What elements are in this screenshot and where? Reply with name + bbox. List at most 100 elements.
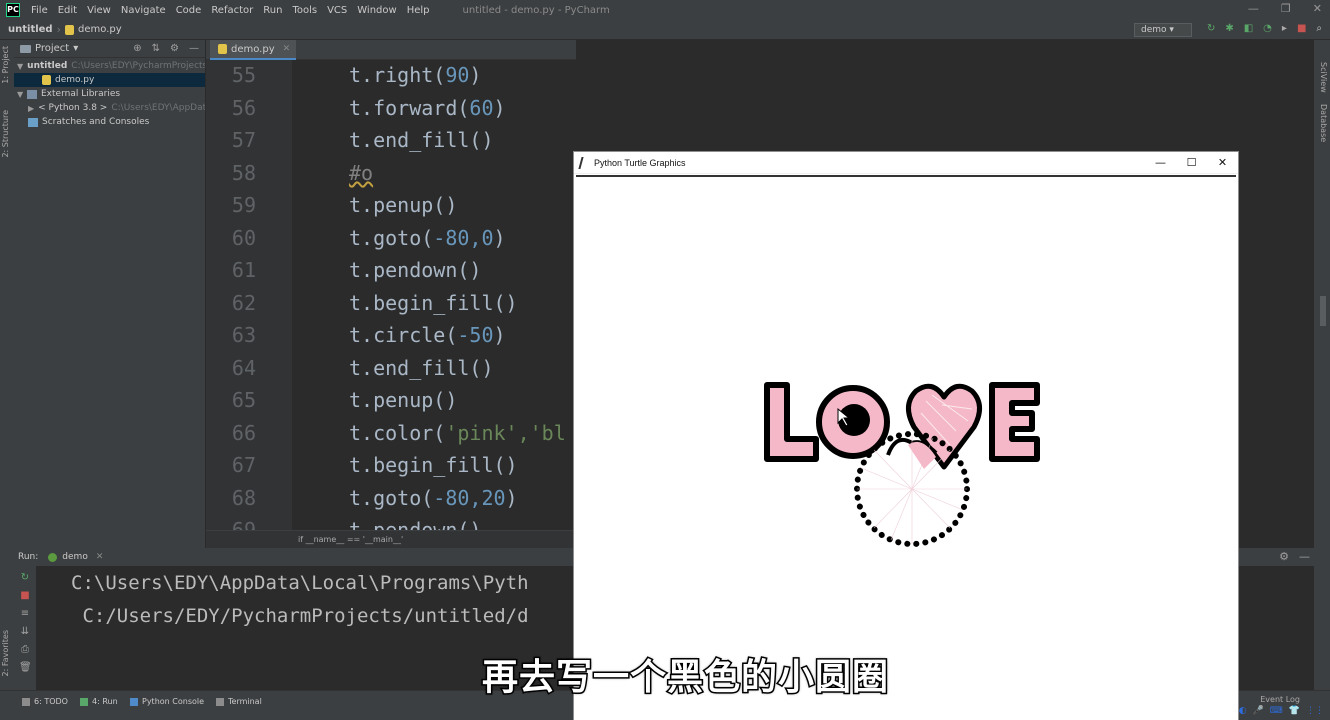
tree-item-scratches[interactable]: Scratches and Consoles [14,115,205,129]
menu-run[interactable]: Run [258,5,287,16]
menu-help[interactable]: Help [402,5,435,16]
close-icon[interactable]: ✕ [1313,2,1322,15]
rerun-icon[interactable]: ↻ [19,572,31,584]
editor-tab-demo-py[interactable]: demo.py ✕ [210,40,297,60]
microphone-icon[interactable]: 🎤 [1253,706,1264,716]
code-line[interactable]: t.pendown() [349,258,481,282]
close-tab-icon[interactable]: ✕ [96,552,104,562]
sciview-tool-tab[interactable]: SciView [1319,62,1328,93]
hide-icon[interactable]: — [189,43,199,54]
code-token: t.end_fill() [349,356,494,380]
line-number: 59 [231,193,256,217]
project-tool-tab[interactable]: 1: Project [1,46,10,84]
line-number: 66 [231,421,256,445]
locate-icon[interactable]: ⊕ [133,43,141,54]
profile-icon[interactable]: ◔ [1263,23,1272,34]
todo-tool-tab[interactable]: 6: TODO [22,697,68,706]
code-comment-line[interactable]: #o [349,161,373,185]
menu-window[interactable]: Window [352,5,401,16]
menu-vcs[interactable]: VCS [322,5,352,16]
code-token: t.pendown() [349,258,482,282]
code-line[interactable]: t.begin_fill() [349,453,518,477]
tray-item[interactable]: ◐ [1239,706,1247,716]
code-line[interactable]: t.end_fill() [349,128,494,152]
run-config-select[interactable]: demo ▾ [1134,23,1192,37]
debug-icon[interactable]: ✱ [1225,23,1233,34]
rerun-icon[interactable]: ↻ [1207,23,1215,34]
menu-grid-icon[interactable]: ⋮⋮ [1306,706,1324,716]
close-tab-icon[interactable]: ✕ [283,44,291,54]
expand-icon[interactable]: ▼ [17,62,23,71]
code-line[interactable]: t.forward(60) [349,96,506,120]
code-line[interactable]: t.circle(-50) [349,323,506,347]
gear-icon[interactable]: ⚙ [170,43,179,54]
code-line[interactable]: t.goto(-80,0) [349,226,506,250]
maximize-icon[interactable]: ☐ [1176,156,1207,169]
code-line[interactable]: t.penup() [349,193,457,217]
trash-icon[interactable]: 🗑 [19,662,32,674]
tree-item-demo-py[interactable]: demo.py [14,73,205,87]
minimize-icon[interactable]: — [1145,156,1176,169]
gear-icon[interactable]: ⚙ [1279,550,1289,563]
code-line[interactable]: t.penup() [349,388,457,412]
code-editor[interactable]: t.right(90) t.forward(60) t.end_fill() #… [292,60,576,530]
menu-file[interactable]: File [26,5,53,16]
skin-icon[interactable]: 👕 [1289,706,1300,716]
search-icon[interactable]: ⌕ [1316,23,1322,34]
collapse-icon[interactable]: ⇅ [152,43,160,54]
code-line[interactable]: t.goto(-80,20) [349,486,518,510]
run-tool-tab[interactable]: 4: Run [80,697,118,706]
code-line[interactable]: t.right(90) [349,63,481,87]
terminal-tool-tab[interactable]: Terminal [216,697,262,706]
code-token: ) [493,226,506,250]
hide-icon[interactable]: — [1299,550,1310,563]
menu-bar: PC File Edit View Navigate Code Refactor… [0,0,1330,20]
code-breadcrumb[interactable]: if __name__ == '__main__' [206,530,576,548]
tree-item-python-sdk[interactable]: ▶ < Python 3.8 > C:\Users\EDY\AppData [14,101,205,115]
close-icon[interactable]: ✕ [1207,156,1238,169]
turtle-canvas[interactable] [576,175,1236,720]
menu-code[interactable]: Code [171,5,207,16]
code-token: ) [493,96,506,120]
menu-edit[interactable]: Edit [53,5,82,16]
code-line[interactable]: t.color('pink','bl [349,421,566,445]
turtle-title-bar[interactable]: Python Turtle Graphics — ☐ ✕ [574,152,1238,174]
code-line[interactable]: t.end_fill() [349,356,494,380]
chevron-down-icon[interactable]: ▾ [73,43,78,54]
code-line[interactable]: t.begin_fill() [349,291,518,315]
run-tab-demo[interactable]: demo ✕ [48,552,103,562]
build-icon[interactable]: ▸ [1282,23,1287,34]
tree-label: demo.py [55,75,95,85]
line-number: 55 [231,63,256,87]
scrollbar-thumb[interactable] [1320,296,1326,326]
menu-tools[interactable]: Tools [287,5,322,16]
structure-tool-tab[interactable]: 2: Structure [1,110,10,158]
breadcrumb-project[interactable]: untitled [8,24,53,35]
navigation-bar: untitled › demo.py demo ▾ ↻ ✱ ◧ ◔ ▸ ■ ⌕ [0,20,1330,40]
collapse-icon[interactable]: ▶ [28,104,34,113]
code-token: t.color( [349,421,446,445]
expand-icon[interactable]: ▼ [17,90,27,99]
breadcrumb-file[interactable]: demo.py [78,24,122,35]
stop-icon[interactable]: ■ [1297,23,1306,34]
menu-navigate[interactable]: Navigate [116,5,171,16]
minimize-icon[interactable]: — [1248,2,1259,15]
keyboard-icon[interactable]: ⌨ [1270,706,1283,716]
tree-item-external-libraries[interactable]: ▼ External Libraries [14,87,205,101]
stop-icon[interactable]: ■ [19,590,31,602]
scroll-to-end-icon[interactable]: ⇊ [19,626,31,638]
menu-refactor[interactable]: Refactor [206,5,258,16]
line-number: 57 [231,128,256,152]
code-line[interactable]: t.pendown() [349,518,481,530]
soft-wrap-icon[interactable]: ≡ [19,608,31,620]
maximize-icon[interactable]: ❐ [1281,2,1291,15]
python-console-tool-tab[interactable]: Python Console [130,697,204,706]
print-icon[interactable]: ⎙ [19,644,31,656]
line-number: 61 [231,258,256,282]
menu-view[interactable]: View [82,5,116,16]
database-tool-tab[interactable]: Database [1319,104,1328,142]
favorites-tool-tab[interactable]: 2: Favorites [1,630,10,676]
project-panel-title[interactable]: Project [35,43,69,54]
tree-item-project[interactable]: ▼ untitled C:\Users\EDY\PycharmProjects\… [14,59,205,73]
coverage-icon[interactable]: ◧ [1244,23,1253,34]
